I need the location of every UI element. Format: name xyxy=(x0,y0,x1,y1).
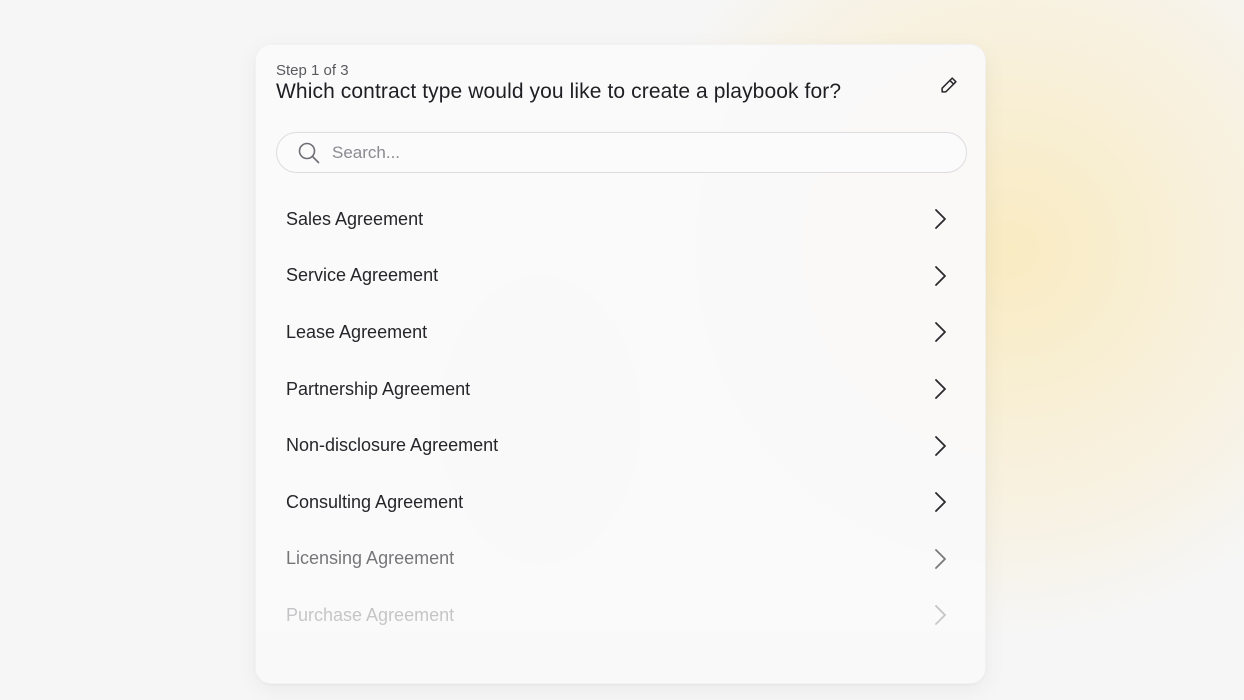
chevron-right-icon xyxy=(930,377,950,401)
list-item-purchase-agreement[interactable]: Purchase Agreement xyxy=(276,587,967,644)
list-item-label: Non-disclosure Agreement xyxy=(286,435,499,456)
list-item-label: Licensing Agreement xyxy=(286,548,455,569)
list-item-label: Lease Agreement xyxy=(286,321,428,342)
chevron-right-icon xyxy=(930,320,950,344)
list-item-service-agreement[interactable]: Service Agreement xyxy=(276,248,967,305)
search-icon xyxy=(297,141,321,165)
list-item-licensing-agreement[interactable]: Licensing Agreement xyxy=(276,531,967,588)
list-item-label: Partnership Agreement xyxy=(286,378,471,399)
chevron-right-icon xyxy=(930,547,950,571)
edit-button[interactable] xyxy=(936,72,962,98)
list-item-lease-agreement[interactable]: Lease Agreement xyxy=(276,304,967,361)
chevron-right-icon xyxy=(930,207,950,231)
search-field[interactable] xyxy=(276,132,967,173)
list-item-label: Purchase Agreement xyxy=(286,604,455,625)
list-item-label: Service Agreement xyxy=(286,265,439,286)
list-item-label: Consulting Agreement xyxy=(286,491,464,512)
list-item-consulting-agreement[interactable]: Consulting Agreement xyxy=(276,474,967,531)
list-item-partnership-agreement[interactable]: Partnership Agreement xyxy=(276,361,967,418)
contract-type-list: Sales Agreement Service Agreement Lease … xyxy=(276,191,967,644)
search-input[interactable] xyxy=(332,142,932,163)
chevron-right-icon xyxy=(930,603,950,627)
playbook-wizard-card: Step 1 of 3 Which contract type would yo… xyxy=(255,44,986,684)
list-item-sales-agreement[interactable]: Sales Agreement xyxy=(276,191,967,248)
list-item-non-disclosure-agreement[interactable]: Non-disclosure Agreement xyxy=(276,417,967,474)
background: Step 1 of 3 Which contract type would yo… xyxy=(0,0,1244,700)
question-title: Which contract type would you like to cr… xyxy=(276,80,842,103)
list-item-label: Sales Agreement xyxy=(286,208,424,229)
pencil-icon xyxy=(941,77,957,93)
chevron-right-icon xyxy=(930,434,950,458)
step-indicator: Step 1 of 3 xyxy=(276,62,349,79)
chevron-right-icon xyxy=(930,490,950,514)
chevron-right-icon xyxy=(930,264,950,288)
